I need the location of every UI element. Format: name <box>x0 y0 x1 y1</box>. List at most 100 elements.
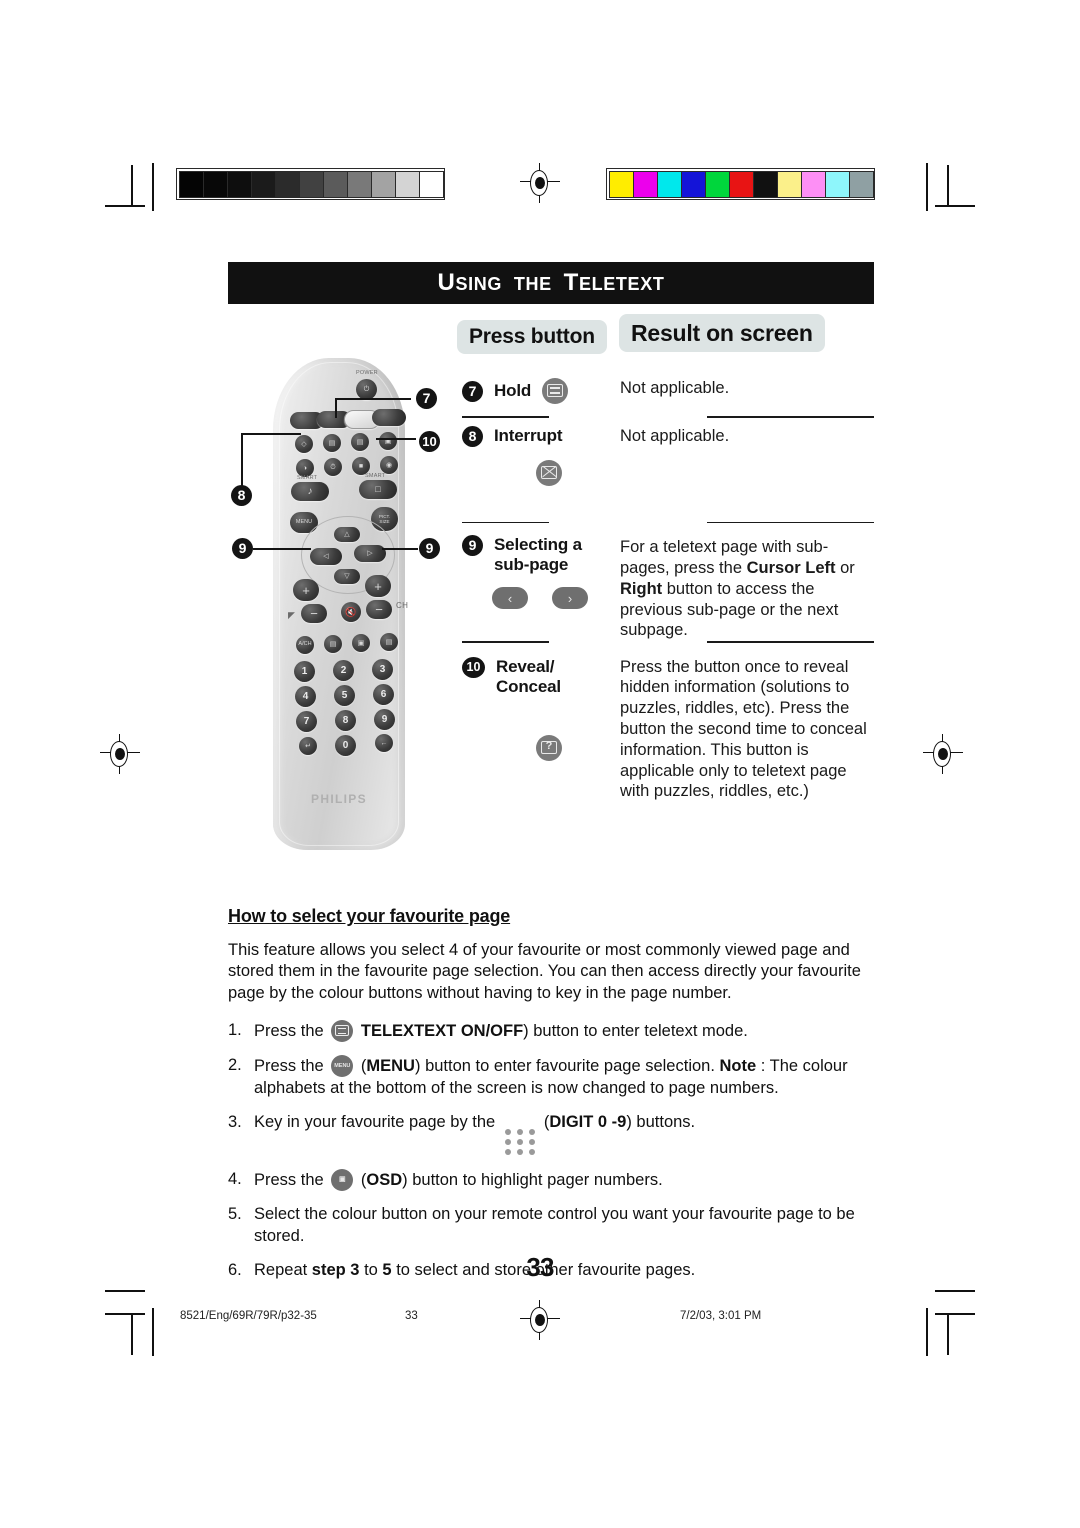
calibration-swatch <box>418 170 444 198</box>
row-result-text: Not applicable. <box>620 379 730 397</box>
cursor-left-key-icon: ‹ <box>492 587 528 610</box>
menu-key-icon: MENU <box>331 1055 354 1078</box>
page-number: 33 <box>526 1252 554 1282</box>
remote-digit-4[interactable]: 4 <box>295 686 316 707</box>
remote-smart-sound-button[interactable]: ♪ <box>291 482 329 501</box>
callout-7: 7 <box>416 388 437 409</box>
step-text-post: ) buttons. <box>626 1113 696 1132</box>
row-result-bold: Right <box>620 579 663 598</box>
remote-volume-up-button[interactable]: + <box>293 579 319 601</box>
calibration-swatch <box>178 170 204 198</box>
step-text-pre: Key in your favourite page by the <box>254 1113 500 1132</box>
remote-digit-2[interactable]: 2 <box>333 660 354 681</box>
calibration-swatch <box>322 170 348 198</box>
colour-calibration-bar <box>606 168 875 200</box>
remote-digit-9[interactable]: 9 <box>374 709 395 730</box>
remote-surf-button[interactable]: ▤ <box>324 635 342 653</box>
remote-active-control-button[interactable]: A/CH <box>296 636 314 654</box>
section-title-t: T <box>563 269 579 296</box>
callout-leader-10 <box>376 438 416 440</box>
remote-digit-5[interactable]: 5 <box>334 685 355 706</box>
callout-8: 8 <box>231 485 252 506</box>
favourite-page-intro: This feature allows you select 4 of your… <box>228 941 861 1002</box>
step-text: Key in your favourite page by the (DIGIT… <box>254 1112 878 1157</box>
calibration-swatch <box>704 170 730 198</box>
list-item: 4. Press the ▣ (OSD) button to highlight… <box>228 1169 878 1192</box>
row-label-line1: Selecting a <box>494 535 582 555</box>
list-item: 1. Press the TELEXTEXT ON/OFF) button to… <box>228 1020 878 1043</box>
step-text-pre: Press the <box>254 1057 329 1076</box>
callout-leader-8b <box>241 433 243 491</box>
remote-channel-up-button[interactable]: + <box>365 575 391 597</box>
step-bold: OSD <box>366 1171 403 1190</box>
crop-mark-top-right-v2 <box>926 163 928 211</box>
crop-mark-bottom-left-h <box>105 1290 145 1292</box>
remote-digit-3[interactable]: 3 <box>372 659 393 680</box>
remote-digit-1[interactable]: 1 <box>294 661 315 682</box>
favourite-page-section: How to select your favourite page This f… <box>228 906 878 1294</box>
step-text: Press the MENU (MENU) button to enter fa… <box>254 1055 878 1100</box>
row-number-badge: 9 <box>462 535 483 557</box>
section-title-u: U <box>437 269 456 296</box>
table-row: 7 Hold Not applicable. <box>462 370 874 416</box>
remote-volume-down-button[interactable]: − <box>301 604 327 623</box>
remote-mute-button[interactable]: 🔇 <box>341 602 361 622</box>
remote-ch-label: CH <box>396 601 409 610</box>
remote-power-button[interactable]: ⏻ <box>356 379 377 400</box>
table-cell-result: For a teletext page with sub-pages, pres… <box>598 523 874 641</box>
crop-mark-bottom-left-h2 <box>105 1313 145 1315</box>
page-content: USING THE TELETEXT Press button Result o… <box>228 262 874 366</box>
section-title: USING THE TELETEXT <box>438 269 665 297</box>
remote-digit-7[interactable]: 7 <box>296 711 317 732</box>
column-header-press-button: Press button <box>457 320 607 354</box>
remote-pip-button[interactable]: ▣ <box>352 634 370 652</box>
crop-mark-top-left-v <box>131 165 133 207</box>
remote-digit-6[interactable]: 6 <box>373 684 394 705</box>
row-result-text: Press the button once to reveal hidden i… <box>620 657 867 801</box>
remote-cursor-down-button[interactable]: ▽ <box>334 569 360 584</box>
remote-digit-8[interactable]: 8 <box>335 710 356 731</box>
remote-av-button[interactable]: ← <box>375 734 393 752</box>
remote-reveal-button[interactable]: ▣ <box>379 432 397 450</box>
remote-cursor-up-button[interactable]: △ <box>334 527 360 542</box>
remote-colour-button-blue[interactable] <box>372 409 406 426</box>
hold-key-icon <box>542 378 569 404</box>
crop-mark-bottom-right-v2 <box>926 1308 928 1356</box>
remote-interrupt-button[interactable]: ◇ <box>295 435 313 453</box>
remote-hold-button[interactable]: ▤ <box>351 433 369 451</box>
table-cell-result: Not applicable. <box>598 370 874 416</box>
remote-enlarge-button[interactable]: ◉ <box>380 456 398 474</box>
step-text: Select the colour button on your remote … <box>254 1205 855 1245</box>
crop-mark-top-left-v2 <box>152 163 154 211</box>
calibration-swatch <box>202 170 228 198</box>
remote-digit-0[interactable]: 0 <box>335 735 356 756</box>
calibration-swatch <box>776 170 802 198</box>
remote-subtitle-button[interactable]: ▤ <box>323 434 341 452</box>
remote-smart-sound-label: SMART <box>297 475 318 481</box>
step-number: 2. <box>228 1056 242 1075</box>
section-title-sing: SING <box>455 274 503 294</box>
remote-cursor-left-button[interactable]: ◁ <box>310 548 342 565</box>
calibration-swatch <box>298 170 324 198</box>
row-label: Interrupt <box>494 426 563 446</box>
remote-previous-channel-button[interactable]: ↵ <box>299 737 317 755</box>
section-title-eletext: ELETEXT <box>578 274 665 294</box>
callout-leader-7b <box>335 398 337 418</box>
step-text-mid: ) button to enter favourite page selecti… <box>414 1057 720 1076</box>
remote-channel-down-button[interactable]: − <box>366 600 392 619</box>
callout-leader-9-right <box>382 548 418 550</box>
remote-timer-button[interactable]: ⏱ <box>324 458 342 476</box>
calibration-swatch <box>250 170 276 198</box>
calibration-swatch <box>394 170 420 198</box>
remote-smart-picture-button[interactable]: □ <box>359 480 397 499</box>
calibration-swatch <box>608 170 634 198</box>
calibration-swatch <box>680 170 706 198</box>
remote-telextext-onoff-button[interactable]: ▤ <box>380 633 398 651</box>
calibration-swatch <box>370 170 396 198</box>
table-cell-result: Press the button once to reveal hidden i… <box>598 643 874 802</box>
remote-smart-picture-label: SMART <box>365 473 386 479</box>
step-bold: MENU <box>366 1057 415 1076</box>
callout-leader-7 <box>335 398 411 400</box>
section-title-the: THE <box>513 274 552 294</box>
favourite-page-steps: 1. Press the TELEXTEXT ON/OFF) button to… <box>228 1020 878 1282</box>
